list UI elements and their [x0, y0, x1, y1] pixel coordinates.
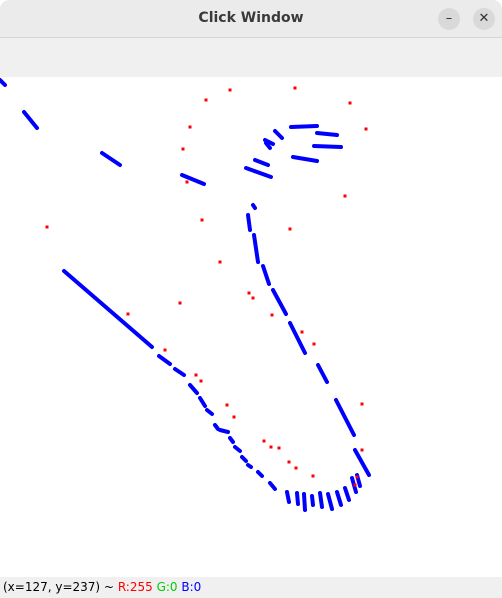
- blue-stroke-segment: [188, 383, 199, 395]
- red-point: [181, 147, 185, 151]
- blue-stroke-segment: [291, 155, 319, 163]
- blue-stroke-segment: [240, 455, 248, 463]
- blue-stroke-segment: [244, 166, 273, 179]
- blue-stroke-segment: [353, 448, 371, 477]
- red-point: [232, 415, 236, 419]
- red-value: R:255: [117, 580, 153, 594]
- red-point: [178, 301, 182, 305]
- red-point: [188, 125, 192, 129]
- blue-stroke-segment: [213, 423, 220, 431]
- blue-stroke-segment: [334, 398, 356, 437]
- blue-stroke-segment: [251, 203, 257, 210]
- red-point: [200, 218, 204, 222]
- red-point: [293, 86, 297, 90]
- red-point: [199, 379, 203, 383]
- blue-stroke-segment: [205, 408, 214, 416]
- blue-stroke-segment: [273, 129, 284, 140]
- minimize-button[interactable]: –: [438, 8, 460, 30]
- red-point: [269, 445, 273, 449]
- blue-stroke-segment: [173, 367, 186, 377]
- app-window: Click Window – ✕ (x=127, y=237) ~ R:255 …: [0, 0, 502, 598]
- red-point: [225, 403, 229, 407]
- blue-stroke-segment: [228, 436, 235, 444]
- red-point: [343, 194, 347, 198]
- red-point: [360, 402, 364, 406]
- window-title: Click Window: [198, 10, 304, 26]
- blue-stroke-segment: [268, 481, 277, 491]
- blue-stroke-segment: [253, 158, 270, 167]
- red-point: [45, 225, 49, 229]
- title-bar[interactable]: Click Window – ✕: [0, 0, 502, 38]
- blue-stroke-segment: [335, 490, 343, 507]
- red-point: [262, 439, 266, 443]
- red-point: [348, 101, 352, 105]
- red-point: [300, 330, 304, 334]
- blue-stroke-segment: [318, 491, 324, 509]
- blue-stroke-segment: [312, 144, 343, 149]
- blue-stroke-segment: [233, 445, 242, 453]
- red-point: [353, 483, 357, 487]
- drawing-canvas[interactable]: [0, 77, 502, 577]
- blue-stroke-segment: [261, 264, 271, 286]
- red-point: [228, 88, 232, 92]
- green-value: G:0: [156, 580, 178, 594]
- red-point: [312, 342, 316, 346]
- red-point: [218, 260, 222, 264]
- status-bar: (x=127, y=237) ~ R:255 G:0 B:0: [0, 577, 502, 598]
- blue-stroke-segment: [315, 131, 339, 137]
- red-point: [311, 474, 315, 478]
- blue-stroke-segment: [302, 492, 307, 512]
- red-point: [126, 312, 130, 316]
- blue-stroke-segment: [310, 494, 315, 507]
- blue-value: B:0: [181, 580, 202, 594]
- blue-stroke-segment: [157, 354, 172, 366]
- red-point: [294, 466, 298, 470]
- close-icon: ✕: [478, 11, 490, 26]
- blue-stroke-segment: [288, 321, 307, 355]
- blue-stroke-segment: [246, 463, 253, 469]
- red-point: [360, 448, 364, 452]
- blue-stroke-segment: [343, 486, 351, 502]
- blue-stroke-segment: [271, 288, 288, 316]
- toolbar: [0, 38, 502, 77]
- blue-stroke-segment: [326, 492, 334, 511]
- blue-stroke-segment: [285, 490, 291, 504]
- red-point: [185, 180, 189, 184]
- blue-stroke-segment: [289, 124, 319, 129]
- blue-stroke-segment: [252, 233, 260, 264]
- red-point: [247, 291, 251, 295]
- red-point: [251, 296, 255, 300]
- cursor-coords: (x=127, y=237) ~: [3, 580, 114, 594]
- red-point: [277, 446, 281, 450]
- blue-stroke-segment: [100, 151, 122, 167]
- blue-stroke-segment: [180, 173, 206, 186]
- close-button[interactable]: ✕: [473, 8, 495, 30]
- red-point: [270, 313, 274, 317]
- blue-stroke-segment: [218, 428, 230, 434]
- blue-stroke-segment: [316, 363, 329, 384]
- red-point: [288, 227, 292, 231]
- red-point: [163, 348, 167, 352]
- red-point: [287, 460, 291, 464]
- canvas-drawing: [0, 78, 371, 512]
- blue-stroke-segment: [62, 269, 154, 349]
- blue-stroke-segment: [295, 491, 300, 506]
- red-point: [204, 98, 208, 102]
- red-point: [364, 127, 368, 131]
- blue-strokes: [0, 78, 371, 512]
- blue-stroke-segment: [198, 396, 207, 408]
- blue-stroke-segment: [0, 78, 7, 87]
- red-point: [194, 373, 198, 377]
- red-point: [355, 475, 359, 479]
- blue-stroke-segment: [246, 213, 252, 232]
- blue-stroke-segment: [22, 110, 39, 130]
- blue-stroke-segment: [256, 470, 264, 478]
- minimize-icon: –: [445, 11, 453, 26]
